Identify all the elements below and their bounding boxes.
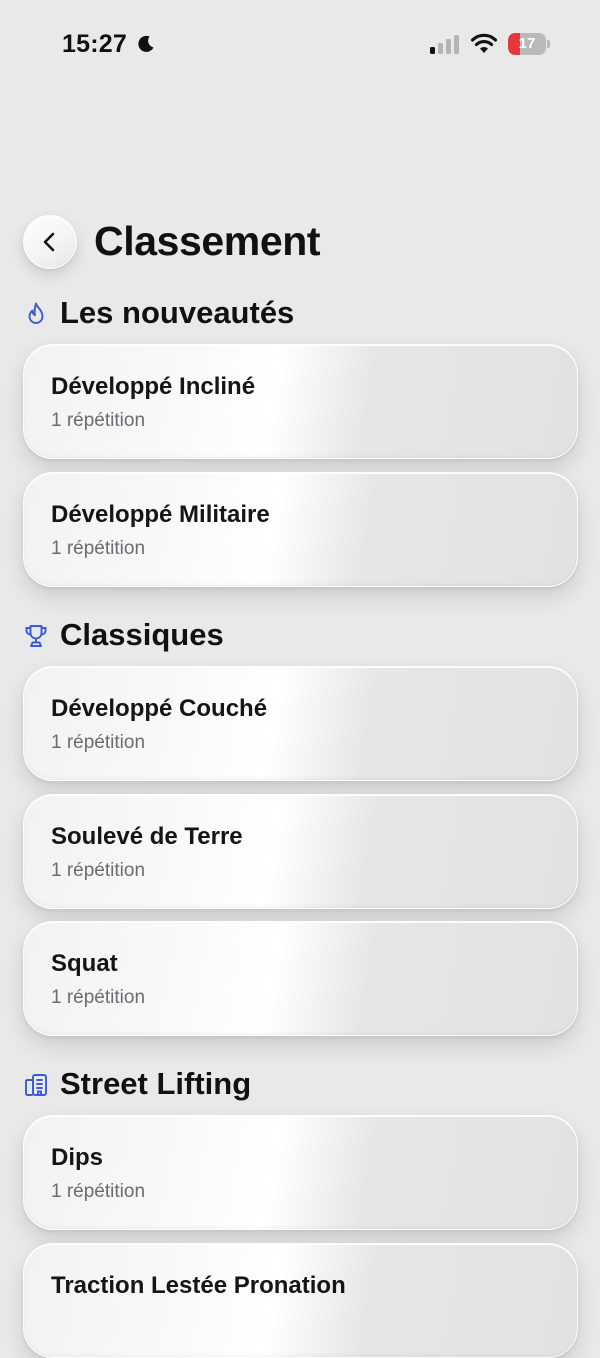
list-item[interactable]: Soulevé de Terre 1 répétition xyxy=(23,794,578,909)
section-title: Classiques xyxy=(60,617,224,652)
exercise-name: Squat xyxy=(51,950,118,977)
exercise-name: Traction Lestée Pronation xyxy=(51,1272,346,1299)
list-item[interactable]: Squat 1 répétition xyxy=(23,921,578,1036)
exercise-name: Dips xyxy=(51,1144,104,1171)
battery-icon: 17 xyxy=(508,33,550,55)
section-header-classiques: Classiques xyxy=(23,615,583,655)
section-header-street-lifting: Street Lifting xyxy=(23,1064,583,1104)
status-bar: 15:27 17 xyxy=(0,0,600,90)
building-icon xyxy=(25,1074,47,1096)
moon-icon xyxy=(138,35,154,52)
chevron-left-icon xyxy=(43,232,55,252)
list-item[interactable]: Développé Couché 1 répétition xyxy=(23,666,578,781)
section-title: Street Lifting xyxy=(60,1066,252,1101)
flame-icon xyxy=(28,302,44,324)
exercise-reps: 1 répétition xyxy=(51,987,146,1008)
exercise-reps: 1 répétition xyxy=(51,1181,146,1202)
signal-icon xyxy=(430,35,459,54)
exercise-reps: 1 répétition xyxy=(51,732,146,753)
section-header-nouveautes: Les nouveautés xyxy=(23,293,583,333)
exercise-name: Développé Couché xyxy=(51,695,268,722)
back-button[interactable] xyxy=(23,215,77,269)
status-time: 15:27 xyxy=(62,30,127,58)
exercise-reps: 1 répétition xyxy=(51,860,146,881)
list-item[interactable]: Développé Militaire 1 répétition xyxy=(23,472,578,587)
list-item[interactable]: Dips 1 répétition xyxy=(23,1115,578,1230)
list-item[interactable]: Développé Incliné 1 répétition xyxy=(23,344,578,459)
wifi-icon xyxy=(470,33,498,53)
trophy-icon xyxy=(25,625,47,647)
exercise-name: Développé Incliné xyxy=(51,373,256,400)
exercise-reps: 1 répétition xyxy=(51,410,146,431)
exercise-name: Soulevé de Terre xyxy=(51,823,243,850)
battery-level: 17 xyxy=(518,35,536,52)
page-title: Classement xyxy=(94,218,321,264)
exercise-reps: 1 répétition xyxy=(51,538,146,559)
section-title: Les nouveautés xyxy=(60,295,295,330)
exercise-name: Développé Militaire xyxy=(51,501,270,528)
